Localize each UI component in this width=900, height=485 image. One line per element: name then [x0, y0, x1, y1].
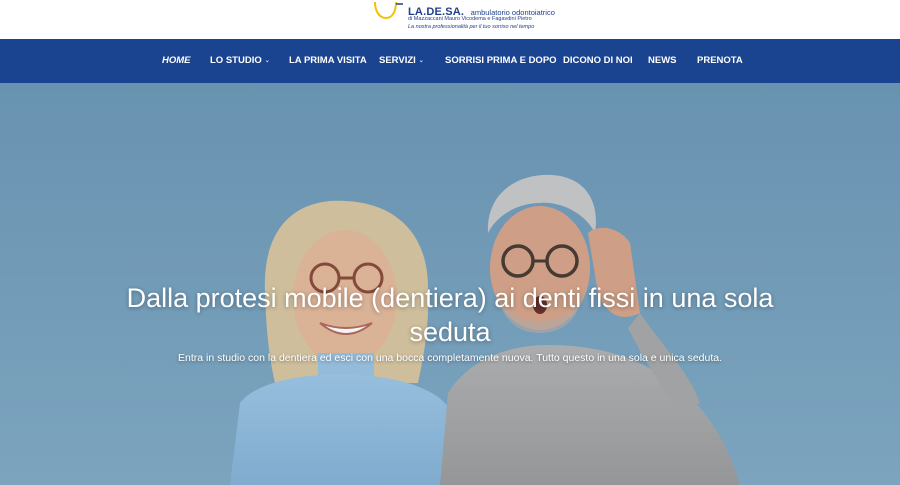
hero-banner: Dalla protesi mobile (dentiera) ai denti… — [0, 83, 900, 485]
nav-item-label: SORRISI PRIMA E DOPO — [445, 55, 557, 66]
nav-item-news[interactable]: NEWS — [648, 39, 677, 83]
nav-item-prenota[interactable]: PRENOTA — [697, 39, 743, 83]
nav-item-servizi[interactable]: SERVIZI ⌄ — [379, 39, 424, 83]
nav-item-label: NEWS — [648, 55, 677, 66]
nav-item-la-prima-visita[interactable]: LA PRIMA VISITA — [289, 39, 367, 83]
hero-subtitle: Entra in studio con la dentiera ed esci … — [177, 352, 723, 364]
nav-item-home[interactable]: HOME — [162, 39, 191, 83]
nav-menu: HOME LO STUDIO ⌄ LA PRIMA VISITA SERVIZI ⌄… — [0, 39, 900, 83]
chevron-down-icon: ⌄ — [418, 58, 424, 64]
logo-owners: di Mazzaccani Mauro Vicodema e Fagavdini… — [408, 16, 532, 22]
nav-item-lo-studio[interactable]: LO STUDIO ⌄ — [210, 39, 270, 83]
chevron-down-icon: ⌄ — [264, 58, 270, 64]
nav-item-label: LA PRIMA VISITA — [289, 55, 367, 66]
site-header: LA.DE.SA. ambulatorio odontoiatrico di M… — [0, 0, 900, 39]
nav-item-dicono-di-noi[interactable]: DICONO DI NOI — [563, 39, 633, 83]
nav-item-label: HOME — [162, 55, 191, 66]
nav-item-label: LO STUDIO — [210, 55, 262, 66]
tooth-logo-icon — [374, 1, 403, 20]
nav-item-label: DICONO DI NOI — [563, 55, 633, 66]
site-logo[interactable]: LA.DE.SA. ambulatorio odontoiatrico di M… — [372, 0, 555, 36]
hero-title: Dalla protesi mobile (dentiera) ai denti… — [126, 283, 774, 347]
logo-motto: La nostra professionalità per il tuo sor… — [408, 24, 535, 30]
nav-item-label: PRENOTA — [697, 55, 743, 66]
nav-item-sorrisi-prima-e-dopo[interactable]: SORRISI PRIMA E DOPO — [445, 39, 557, 83]
nav-item-label: SERVIZI — [379, 55, 416, 66]
main-navigation: HOME LO STUDIO ⌄ LA PRIMA VISITA SERVIZI ⌄… — [0, 39, 900, 83]
